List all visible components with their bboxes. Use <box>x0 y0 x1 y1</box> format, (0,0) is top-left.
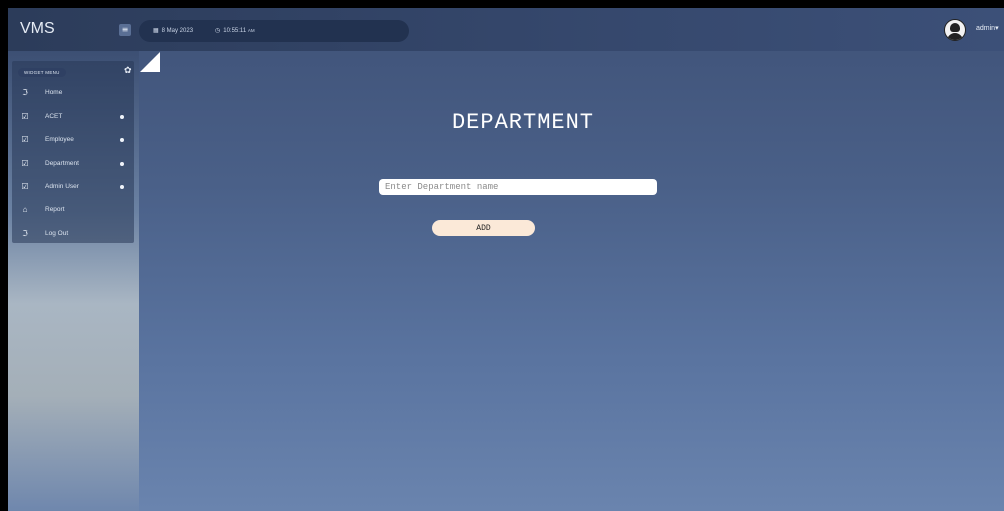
status-dot <box>120 138 124 142</box>
edit-icon: ☑ <box>21 159 29 168</box>
chevron-down-icon: ▾ <box>995 25 999 32</box>
sidebar-item-admin-user[interactable]: ☑ Admin User <box>16 180 128 194</box>
top-bar: VMS ≡ ▦ 8 May 2023 ◷ 10:55:11 AM admin▾ <box>8 8 1004 51</box>
sidebar-item-label: Employee <box>45 136 74 143</box>
date-text: 8 May 2023 <box>161 28 194 34</box>
status-dot <box>120 162 124 166</box>
camera-icon: ⌂ <box>22 205 28 214</box>
user-name: admin <box>976 25 996 32</box>
time-display: ◷ 10:55:11 AM <box>215 20 255 42</box>
add-button[interactable]: ADD <box>432 220 535 236</box>
clock-icon: ◷ <box>215 28 221 34</box>
widget-menu-title: WIDGET MENU <box>18 68 66 77</box>
status-dot <box>120 115 124 119</box>
user-menu[interactable]: admin▾ <box>976 24 999 32</box>
edit-icon: ☑ <box>21 182 29 191</box>
date-time-bar: ▦ 8 May 2023 ◷ 10:55:11 AM <box>139 20 409 42</box>
date-display: ▦ 8 May 2023 <box>153 20 193 42</box>
feed-icon: ℑ <box>22 229 28 238</box>
sidebar-item-log-out[interactable]: ℑ Log Out <box>16 227 128 241</box>
feed-icon: ℑ <box>22 88 28 97</box>
edit-icon: ☑ <box>21 135 29 144</box>
sidebar-item-label: Report <box>45 206 65 213</box>
gear-icon[interactable]: ✿ <box>124 66 132 76</box>
corner-decoration <box>140 52 160 72</box>
sidebar: WIDGET MENU ✿ ℑ Home ☑ ACET ☑ Employee ☑ Depart… <box>8 51 139 511</box>
sidebar-item-department[interactable]: ☑ Department <box>16 157 128 171</box>
sidebar-item-home[interactable]: ℑ Home <box>16 86 128 100</box>
avatar[interactable] <box>944 19 966 41</box>
department-name-input[interactable] <box>379 179 657 195</box>
sidebar-item-label: Home <box>45 89 63 96</box>
brand-logo[interactable]: VMS <box>20 20 55 38</box>
app-window: VMS ≡ ▦ 8 May 2023 ◷ 10:55:11 AM admin▾ WI… <box>8 8 1004 511</box>
edit-icon: ☑ <box>21 112 29 121</box>
sidebar-item-acet[interactable]: ☑ ACET <box>16 110 128 124</box>
page-title: DEPARTMENT <box>451 110 595 135</box>
time-text: 10:55:11 <box>223 28 247 34</box>
sidebar-item-label: Log Out <box>45 230 69 237</box>
menu-toggle-button[interactable]: ≡ <box>119 24 131 36</box>
sidebar-item-label: Admin User <box>45 183 79 190</box>
time-suffix: AM <box>247 28 255 33</box>
sidebar-item-report[interactable]: ⌂ Report <box>16 203 128 217</box>
sidebar-item-label: Department <box>45 160 79 167</box>
calendar-icon: ▦ <box>153 28 159 34</box>
status-dot <box>120 185 124 189</box>
sidebar-item-label: ACET <box>45 113 63 120</box>
sidebar-item-employee[interactable]: ☑ Employee <box>16 133 128 147</box>
